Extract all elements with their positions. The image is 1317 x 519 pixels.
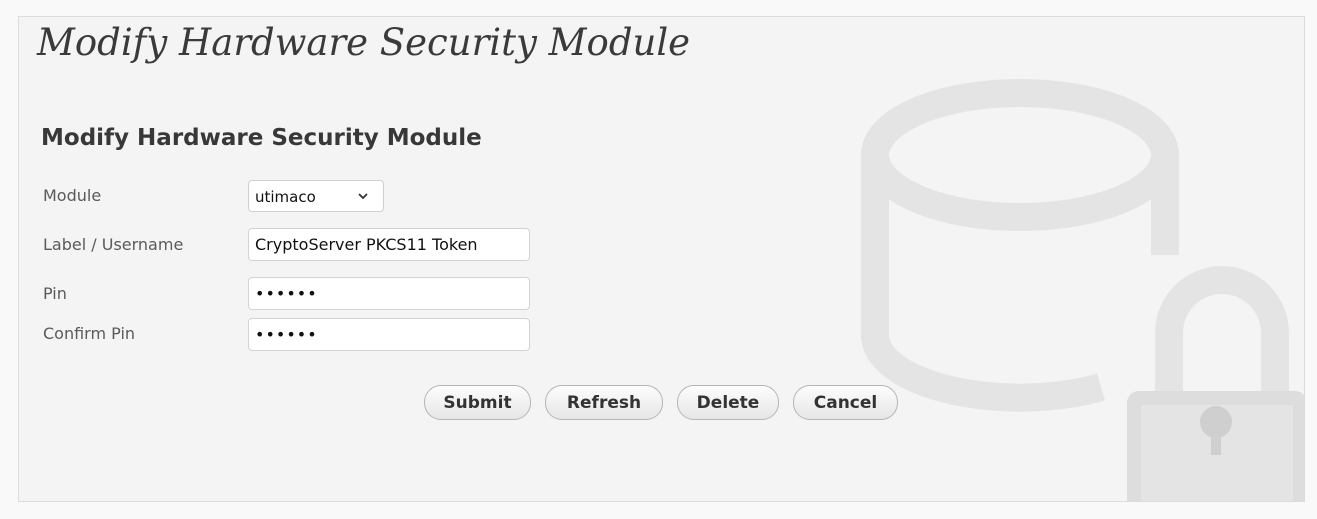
pin-input[interactable] bbox=[248, 277, 530, 310]
page-title: Modify Hardware Security Module bbox=[37, 21, 691, 64]
refresh-button[interactable]: Refresh bbox=[545, 385, 663, 420]
label-username-label: Label / Username bbox=[43, 235, 184, 254]
module-label: Module bbox=[43, 186, 102, 205]
module-select-value: utimaco bbox=[255, 188, 316, 206]
delete-button[interactable]: Delete bbox=[677, 385, 779, 420]
submit-button[interactable]: Submit bbox=[424, 385, 531, 420]
confirm-pin-label: Confirm Pin bbox=[43, 324, 136, 343]
pin-label: Pin bbox=[43, 284, 67, 303]
hsm-panel: Modify Hardware Security Module Modify H… bbox=[18, 16, 1305, 502]
label-username-input[interactable] bbox=[248, 228, 530, 261]
section-title: Modify Hardware Security Module bbox=[41, 125, 482, 151]
cancel-button[interactable]: Cancel bbox=[793, 385, 898, 420]
confirm-pin-input[interactable] bbox=[248, 318, 530, 351]
database-lock-icon bbox=[860, 79, 1304, 501]
module-select[interactable]: utimaco bbox=[248, 180, 384, 212]
chevron-down-icon bbox=[358, 193, 368, 200]
